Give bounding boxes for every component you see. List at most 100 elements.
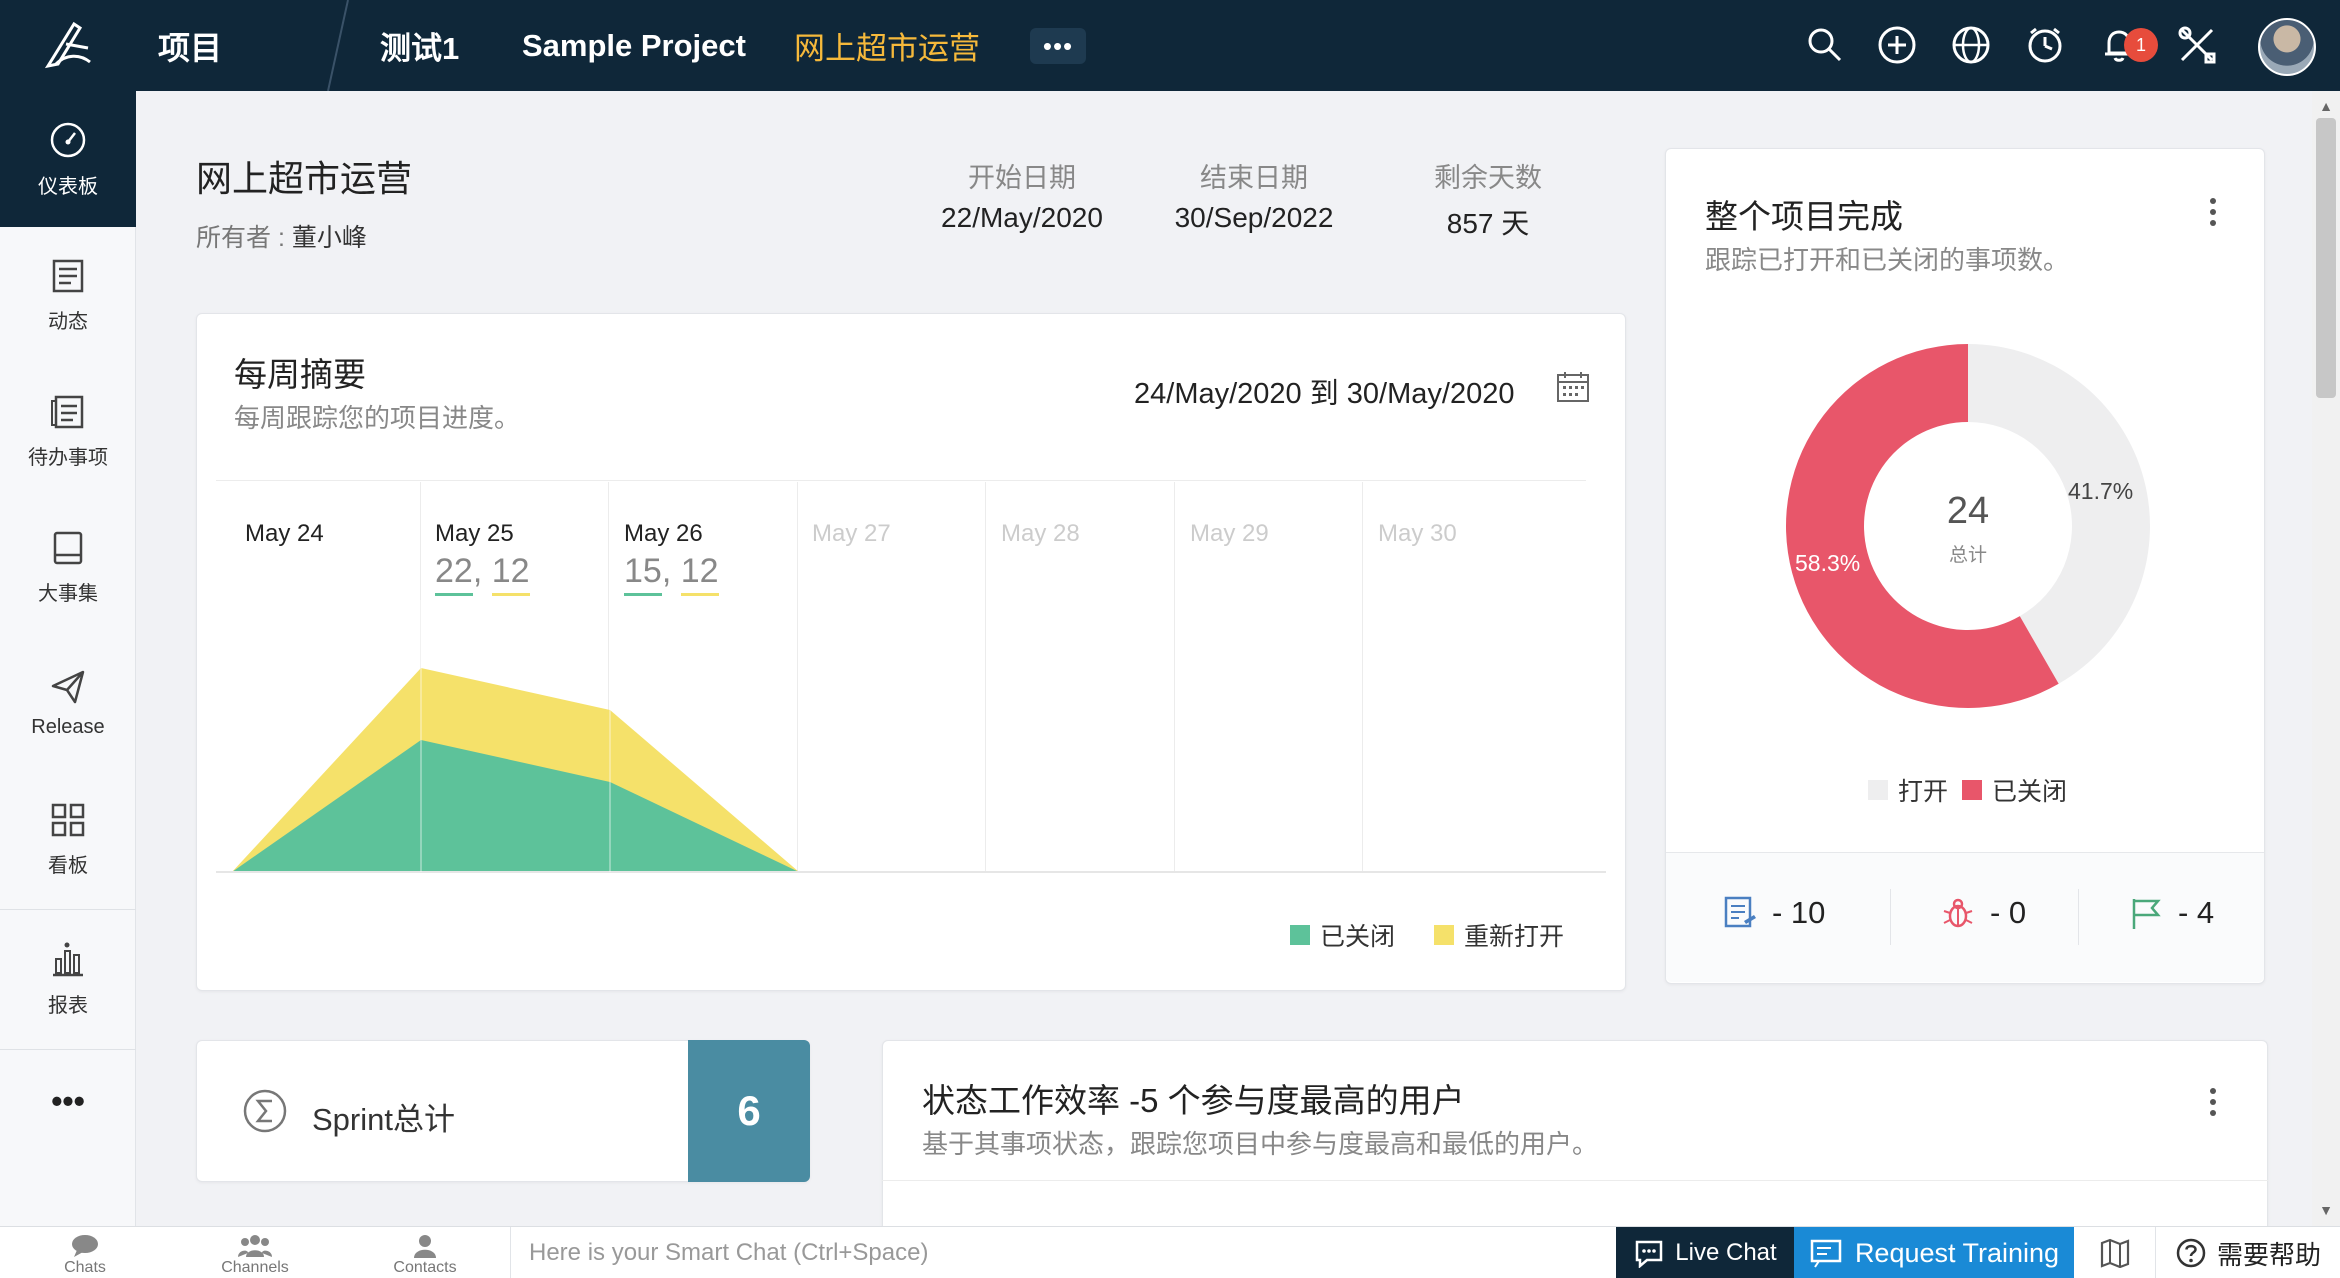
weekly-area-chart bbox=[216, 600, 1606, 873]
projects-menu[interactable]: 项目 bbox=[136, 0, 336, 91]
sidebar-item-epic[interactable]: 大事集 bbox=[0, 499, 136, 635]
project-owner: 所有者 : 董小峰 bbox=[196, 224, 367, 252]
sidebar-item-label: 动态 bbox=[48, 310, 88, 333]
channels-button[interactable]: Channels bbox=[170, 1227, 340, 1278]
legend-open[interactable]: 打开 bbox=[1868, 772, 1948, 808]
completion-footer: - 10 - 0 - 4 bbox=[1666, 852, 2264, 982]
contacts-button[interactable]: Contacts bbox=[340, 1227, 510, 1278]
end-date-value: 30/Sep/2022 bbox=[1174, 202, 1334, 233]
more-projects-button[interactable]: ••• bbox=[1030, 28, 1086, 64]
tools-icon[interactable] bbox=[2172, 20, 2222, 70]
closed-count[interactable]: 22 bbox=[435, 552, 473, 596]
contact-icon bbox=[414, 1235, 436, 1258]
map-icon[interactable] bbox=[2074, 1227, 2156, 1278]
help-button[interactable]: 需要帮助 bbox=[2156, 1227, 2340, 1278]
timer-icon[interactable] bbox=[2020, 20, 2070, 70]
sidebar-divider bbox=[0, 909, 136, 910]
date-range-selector[interactable]: 24/May/2020 到 30/May/2020 bbox=[1134, 370, 1514, 412]
donut-total-label: 总计 bbox=[1948, 545, 1987, 566]
closed-percent-label: 58.3% bbox=[1795, 550, 1861, 576]
sidebar-more-button[interactable]: ••• bbox=[0, 1051, 136, 1151]
day-label-may-28: May 28 bbox=[1001, 520, 1080, 547]
sidebar-item-label: 看板 bbox=[48, 854, 88, 877]
legend-reopened[interactable]: 重新打开 bbox=[1434, 917, 1564, 953]
completion-menu-icon[interactable] bbox=[2208, 198, 2218, 226]
remaining-days-label: 剩余天数 bbox=[1434, 163, 1542, 193]
efficiency-title: 状态工作效率 -5 个参与度最高的用户 bbox=[922, 1082, 1465, 1119]
footer-divider bbox=[2078, 889, 2079, 945]
efficiency-divider bbox=[882, 1180, 2268, 1181]
crumb-current-project[interactable]: 网上超市运营 bbox=[794, 0, 980, 91]
dashboard-icon bbox=[50, 122, 86, 157]
day-label-may-27: May 27 bbox=[812, 520, 891, 547]
chart-top-gridline bbox=[216, 480, 1586, 481]
open-percent-label: 41.7% bbox=[2068, 478, 2134, 504]
smart-chat-input[interactable]: Here is your Smart Chat (Ctrl+Space) bbox=[510, 1227, 1616, 1278]
backlog-icon bbox=[51, 395, 84, 428]
sprint-total-label: Sprint总计 bbox=[312, 1102, 455, 1137]
left-sidebar: 仪表板 动态 待办事项 大事集 Release 看板 报表 ••• bbox=[0, 91, 136, 1226]
sidebar-item-reports[interactable]: 报表 bbox=[0, 911, 136, 1047]
crumb-sample-project[interactable]: Sample Project bbox=[522, 0, 746, 91]
legend-closed-donut[interactable]: 已关闭 bbox=[1962, 772, 2067, 808]
top-navigation-bar: 项目 测试1 Sample Project 网上超市运营 ••• 1 bbox=[0, 0, 2340, 91]
start-date-value: 22/May/2020 bbox=[941, 202, 1103, 233]
scroll-down-arrow[interactable]: ▼ bbox=[2316, 1200, 2336, 1220]
flag-icon bbox=[2132, 899, 2161, 929]
app-logo[interactable] bbox=[0, 0, 136, 91]
search-icon[interactable] bbox=[1800, 20, 1850, 70]
epic-icon bbox=[53, 531, 83, 564]
bottom-bar: Chats Channels Contacts Here is your Sma… bbox=[0, 1226, 2340, 1278]
closed-count[interactable]: 15 bbox=[624, 552, 662, 596]
channels-icon bbox=[238, 1235, 272, 1257]
day-counts-may-26: 15, 12 bbox=[624, 552, 719, 596]
scroll-up-arrow[interactable]: ▲ bbox=[2316, 96, 2336, 116]
day-counts-may-25: 22, 12 bbox=[435, 552, 530, 596]
owner-name[interactable]: 董小峰 bbox=[292, 224, 367, 252]
sidebar-item-label: 报表 bbox=[48, 994, 88, 1017]
remaining-days-value: 857 天 bbox=[1446, 208, 1530, 239]
sidebar-item-board[interactable]: 看板 bbox=[0, 771, 136, 907]
chats-button[interactable]: Chats bbox=[0, 1227, 170, 1278]
logo-icon bbox=[44, 21, 91, 68]
notification-count-badge[interactable]: 1 bbox=[2124, 28, 2158, 62]
legend-closed[interactable]: 已关闭 bbox=[1290, 917, 1395, 953]
breadcrumb-separator bbox=[327, 0, 349, 91]
day-label-may-30: May 30 bbox=[1378, 520, 1457, 547]
scrollbar-thumb[interactable] bbox=[2316, 118, 2336, 398]
sidebar-item-release[interactable]: Release bbox=[0, 635, 136, 771]
live-chat-button[interactable]: Live Chat bbox=[1616, 1227, 1794, 1278]
items-count[interactable]: - 10 bbox=[1722, 895, 1825, 931]
weekly-summary-title: 每周摘要 bbox=[234, 356, 366, 393]
live-chat-icon bbox=[1636, 1240, 1663, 1268]
bugs-count[interactable]: - 0 bbox=[1940, 895, 2026, 931]
sprint-total-count[interactable]: 6 bbox=[688, 1040, 810, 1182]
globe-icon[interactable] bbox=[1946, 20, 1996, 70]
calendar-icon[interactable] bbox=[1556, 370, 1590, 404]
training-icon bbox=[1810, 1239, 1842, 1268]
weekly-summary-subtitle: 每周跟踪您的项目进度。 bbox=[234, 403, 521, 433]
task-list-icon bbox=[1724, 896, 1756, 928]
day-label-may-25: May 25 bbox=[435, 520, 514, 547]
sidebar-item-label: 大事集 bbox=[38, 582, 98, 605]
user-avatar[interactable] bbox=[2258, 18, 2316, 76]
sidebar-item-label: 仪表板 bbox=[38, 175, 98, 198]
sidebar-item-dashboard[interactable]: 仪表板 bbox=[0, 91, 136, 227]
efficiency-menu-icon[interactable] bbox=[2208, 1088, 2218, 1116]
reopen-count[interactable]: 12 bbox=[491, 552, 530, 596]
add-icon[interactable] bbox=[1872, 20, 1922, 70]
sidebar-item-backlog[interactable]: 待办事项 bbox=[0, 363, 136, 499]
efficiency-subtitle: 基于其事项状态，跟踪您项目中参与度最高和最低的用户。 bbox=[922, 1129, 1599, 1159]
request-training-button[interactable]: Request Training bbox=[1794, 1227, 2074, 1278]
day-label-may-29: May 29 bbox=[1190, 520, 1269, 547]
reopen-count[interactable]: 12 bbox=[680, 552, 719, 596]
sidebar-item-feed[interactable]: 动态 bbox=[0, 227, 136, 363]
sigma-icon bbox=[243, 1089, 287, 1133]
report-icon bbox=[53, 942, 83, 976]
footer-divider bbox=[1890, 889, 1891, 945]
day-label-may-26: May 26 bbox=[624, 520, 703, 547]
milestones-count[interactable]: - 4 bbox=[2128, 895, 2214, 931]
project-title: 网上超市运营 bbox=[196, 158, 413, 199]
sidebar-item-label: Release bbox=[31, 715, 105, 738]
crumb-portfolio[interactable]: 测试1 bbox=[380, 0, 459, 91]
